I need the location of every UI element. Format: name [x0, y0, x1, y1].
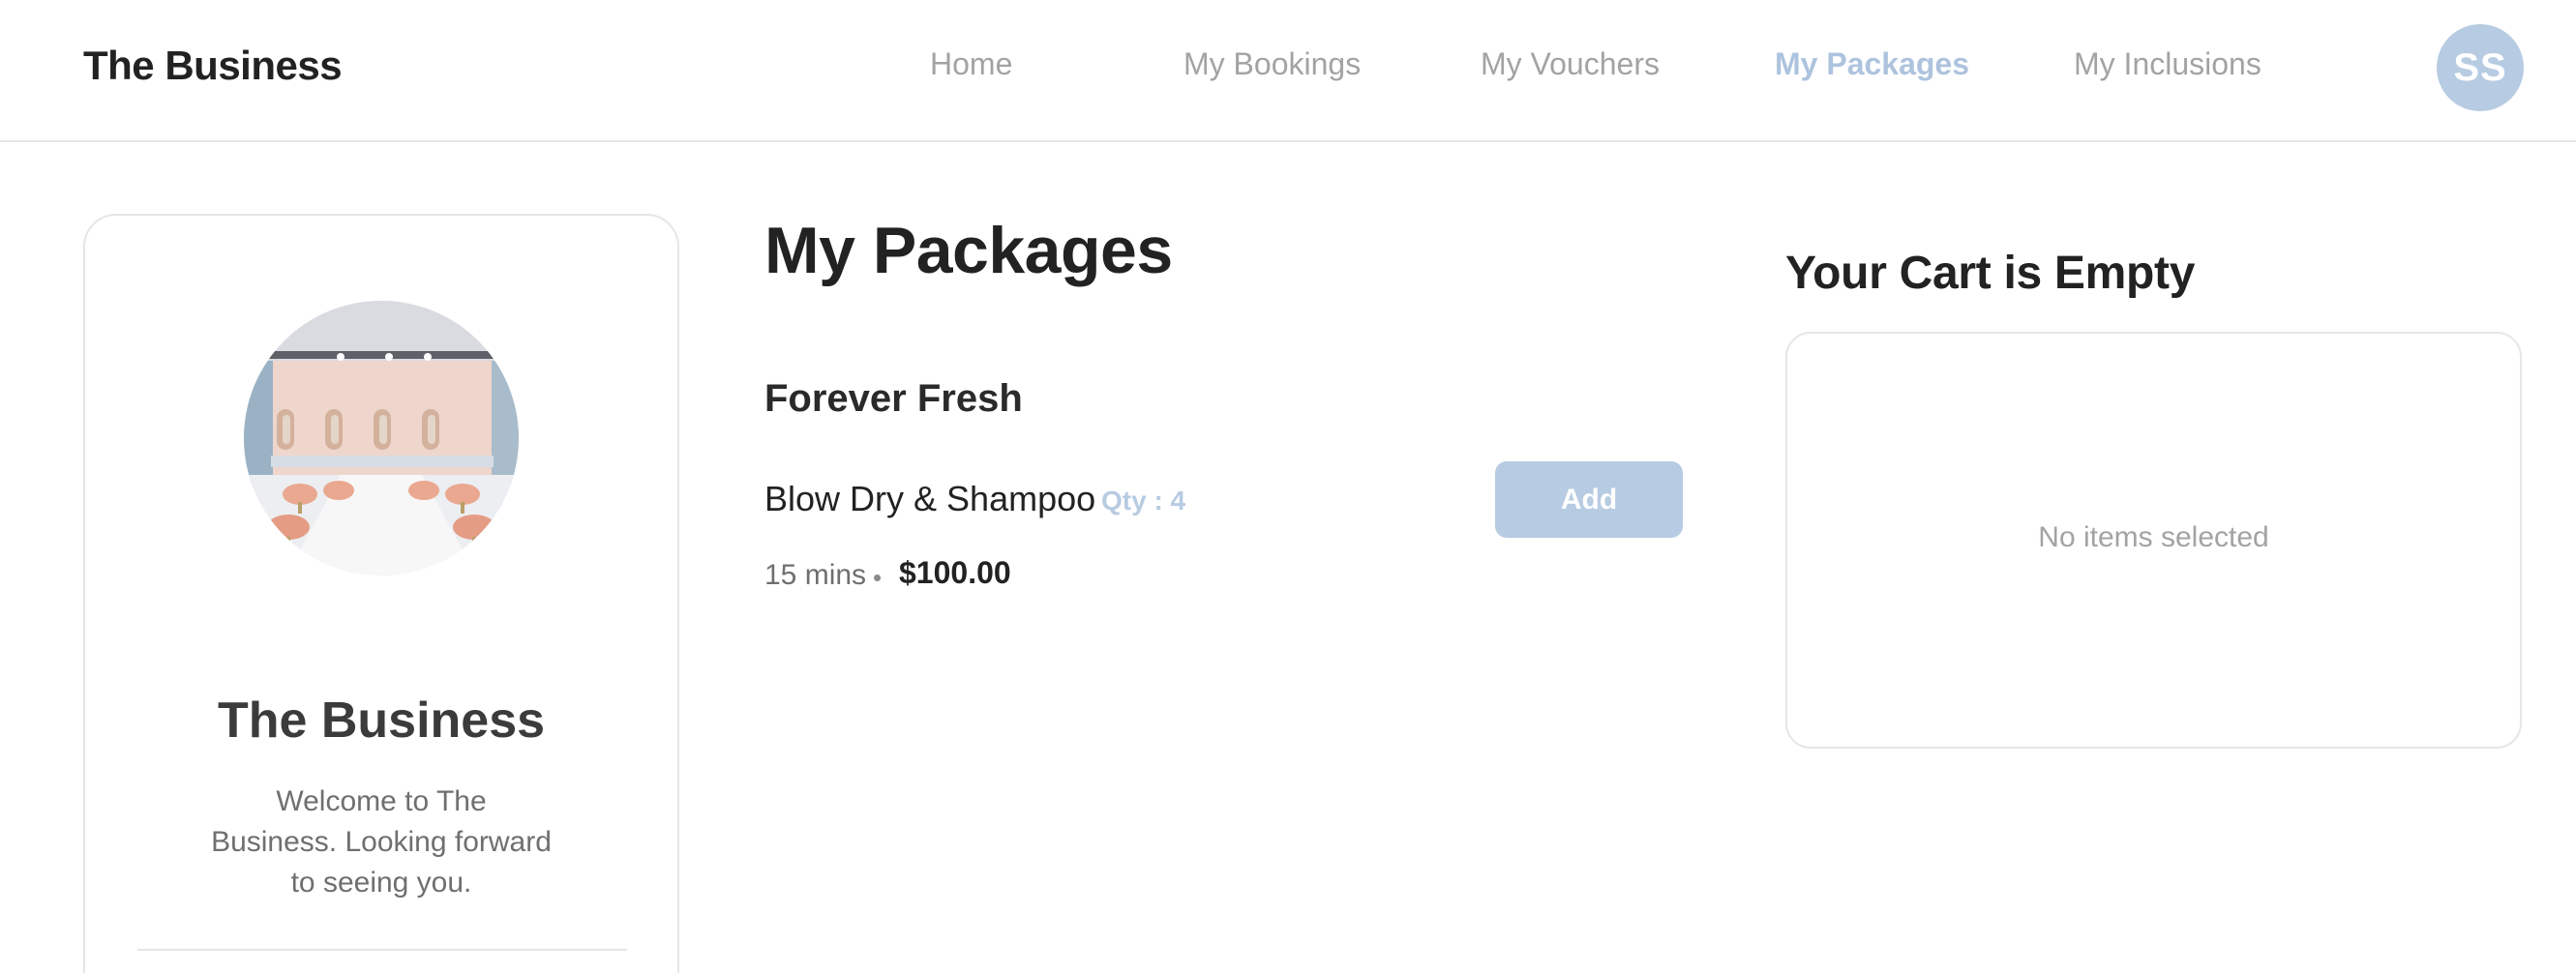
nav-item-my-bookings[interactable]: My Bookings [1183, 46, 1361, 82]
package-name: Forever Fresh [764, 377, 1023, 420]
salon-photo [244, 301, 519, 575]
service-duration: 15 mins [764, 559, 867, 591]
business-title: The Business [217, 693, 546, 749]
nav-item-my-packages[interactable]: My Packages [1775, 46, 1969, 82]
add-service-button[interactable]: Add [1495, 461, 1683, 538]
cart-panel: No items selected [1785, 332, 2522, 749]
user-avatar[interactable]: SS [2437, 24, 2524, 111]
cart-empty-message: No items selected [2038, 521, 2269, 553]
service-price: $100.00 [899, 555, 1011, 590]
top-navigation-bar: The Business Home My Bookings My Voucher… [0, 0, 2576, 142]
business-profile-card: The Business Welcome to The Business. Lo… [83, 214, 679, 973]
business-welcome-text: Welcome to The Business. Looking forward… [211, 785, 552, 899]
nav-item-my-inclusions[interactable]: My Inclusions [2074, 46, 2261, 82]
service-name: Blow Dry & Shampoo [764, 479, 1096, 518]
nav-item-home[interactable]: Home [930, 46, 1012, 82]
page-title: My Packages [764, 214, 1173, 287]
nav-item-my-vouchers[interactable]: My Vouchers [1481, 46, 1660, 82]
cart-title: Your Cart is Empty [1785, 248, 2196, 299]
service-quantity: Qty : 4 [1101, 486, 1186, 516]
card-divider [137, 949, 627, 951]
separator-dot: • [873, 563, 883, 592]
main-nav: Home My Bookings My Vouchers My Packages… [0, 46, 2576, 85]
